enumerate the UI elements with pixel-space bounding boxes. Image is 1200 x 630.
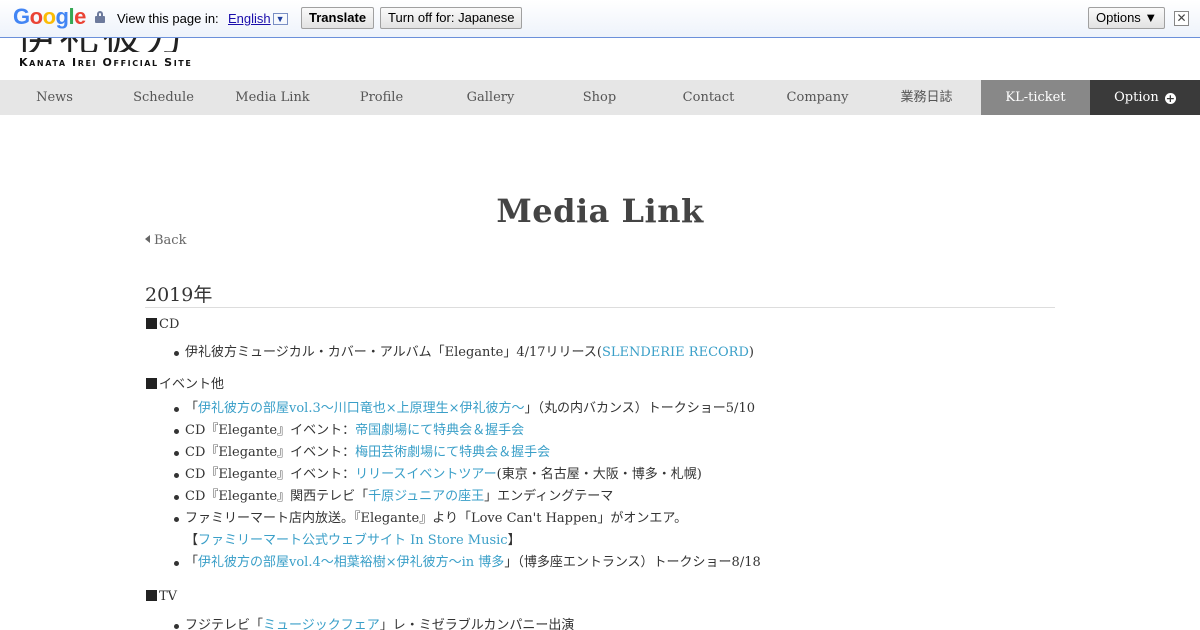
item-link[interactable]: 梅田芸術劇場にて特典会＆握手会	[355, 445, 550, 460]
item-link[interactable]: ファミリーマート公式ウェブサイト In Store Music	[198, 533, 508, 548]
item-link[interactable]: 千原ジュニアの座王	[368, 489, 484, 504]
nav-news[interactable]: News	[0, 80, 109, 115]
section-heading-tv: TV	[146, 589, 177, 604]
plus-circle-icon: +	[1164, 92, 1176, 105]
nav-profile[interactable]: Profile	[327, 80, 436, 115]
nav-shop[interactable]: Shop	[545, 80, 654, 115]
year-heading: 2019年	[145, 280, 1055, 308]
nav-kl-ticket[interactable]: KL-ticket	[981, 80, 1090, 115]
item-link[interactable]: SLENDERIE RECORD	[602, 345, 749, 360]
nav-contact[interactable]: Contact	[654, 80, 763, 115]
back-link[interactable]: Back	[145, 233, 186, 248]
nav-option[interactable]: Option +	[1090, 80, 1200, 115]
tv-list: フジテレビ「ミュージックフェア」レ・ミゼラブルカンパニー出演	[173, 615, 574, 630]
list-item-continuation: 【ファミリーマート公式ウェブサイト In Store Music】	[185, 533, 521, 548]
square-icon	[146, 590, 157, 601]
lock-icon	[95, 11, 105, 23]
page-title: Media Link	[496, 192, 704, 230]
list-item: ファミリーマート店内放送。『Elegante』より「Love Can't Hap…	[174, 508, 761, 530]
item-link[interactable]: 伊礼彼方の部屋vol.4～相葉裕樹×伊礼彼方～in 博多	[198, 555, 504, 570]
list-item: CD『Elegante』関西テレビ「千原ジュニアの座王」エンディングテーマ	[174, 486, 761, 508]
site-subtitle: Kanata Irei Official Site	[19, 56, 193, 69]
close-icon[interactable]: ✕	[1174, 11, 1189, 26]
list-item: CD『Elegante』イベント：帝国劇場にて特典会＆握手会	[174, 420, 761, 442]
nav-media-link[interactable]: Media Link	[218, 80, 327, 115]
list-item: CD『Elegante』イベント：リリースイベントツアー(東京・名古屋・大阪・博…	[174, 464, 761, 486]
dropdown-arrow-icon[interactable]: ▼	[272, 13, 288, 25]
translate-button[interactable]: Translate	[301, 7, 375, 29]
list-item: CD『Elegante』イベント：梅田芸術劇場にて特典会＆握手会	[174, 442, 761, 464]
nav-schedule[interactable]: Schedule	[109, 80, 218, 115]
list-item: フジテレビ「ミュージックフェア」レ・ミゼラブルカンパニー出演	[173, 615, 574, 630]
nav-gallery[interactable]: Gallery	[436, 80, 545, 115]
item-link[interactable]: 帝国劇場にて特典会＆握手会	[355, 423, 524, 438]
view-page-text: View this page in:	[117, 11, 219, 26]
main-nav: News Schedule Media Link Profile Gallery…	[0, 80, 1200, 115]
square-icon	[146, 378, 157, 389]
item-link[interactable]: リリースイベントツアー	[355, 467, 497, 482]
nav-business-diary[interactable]: 業務日誌	[872, 80, 981, 115]
options-button[interactable]: Options ▼	[1088, 7, 1166, 29]
item-link[interactable]: 伊礼彼方の部屋vol.3～川口竜也×上原理生×伊礼彼方～	[198, 401, 525, 416]
turn-off-button[interactable]: Turn off for: Japanese	[380, 7, 523, 29]
item-link[interactable]: ミュージックフェア	[263, 618, 380, 630]
language-select[interactable]: English ▼	[228, 11, 288, 26]
events-list: 「伊礼彼方の部屋vol.3～川口竜也×上原理生×伊礼彼方～」（丸の内バカンス）ト…	[174, 398, 761, 574]
caret-left-icon	[145, 235, 150, 243]
section-heading-cd: CD	[146, 317, 179, 332]
cd-list: 伊礼彼方ミュージカル・カバー・アルバム「Elegante」4/17リリース(SL…	[174, 342, 754, 364]
nav-company[interactable]: Company	[763, 80, 872, 115]
translate-bar: Google View this page in: English ▼ Trans…	[0, 0, 1200, 38]
square-icon	[146, 318, 157, 329]
google-logo: Google	[13, 4, 86, 29]
section-heading-events: イベント他	[146, 373, 224, 392]
list-item: 伊礼彼方ミュージカル・カバー・アルバム「Elegante」4/17リリース(SL…	[174, 342, 754, 364]
list-item: 「伊礼彼方の部屋vol.4～相葉裕樹×伊礼彼方～in 博多」（博多座エントランス…	[174, 552, 761, 574]
list-item: 「伊礼彼方の部屋vol.3～川口竜也×上原理生×伊礼彼方～」（丸の内バカンス）ト…	[174, 398, 761, 420]
